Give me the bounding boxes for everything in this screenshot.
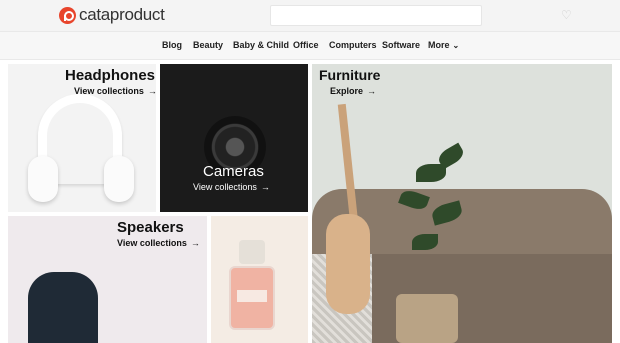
arrow-right-icon: → — [190, 238, 200, 248]
tile-link-label: Explore — [330, 86, 364, 96]
tile-link[interactable]: Explore → — [330, 86, 376, 96]
tile-link-label: View collections — [193, 182, 257, 192]
tile-link-label: View collections — [117, 238, 187, 248]
chevron-down-icon: ⌄ — [452, 41, 460, 50]
perfume-label — [237, 290, 267, 302]
tile-speakers[interactable]: Speakers View collections → — [8, 216, 207, 343]
nav-item-more[interactable]: More ⌄ — [428, 40, 459, 50]
nav-item-beauty[interactable]: Beauty — [193, 40, 223, 50]
brand-mark-icon — [59, 6, 76, 24]
brand-name: cataproduct — [79, 5, 165, 24]
heart-icon[interactable]: ♡ — [561, 9, 573, 21]
tile-link-label: View collections — [74, 86, 144, 96]
plant-pot-image — [396, 294, 458, 343]
search-input[interactable] — [270, 5, 482, 26]
header: cataproduct ♡ — [0, 0, 620, 31]
category-nav: Blog Beauty Baby & Child Office Computer… — [0, 31, 620, 60]
perfume-cap — [239, 240, 265, 264]
headphones-cup-left — [28, 156, 58, 202]
nav-item-software[interactable]: Software — [382, 40, 420, 50]
nav-item-office[interactable]: Office — [293, 40, 319, 50]
tile-title: Speakers — [117, 219, 184, 236]
nav-item-baby-child[interactable]: Baby & Child — [233, 40, 289, 50]
tile-link[interactable]: View collections → — [74, 86, 156, 96]
arrow-right-icon: → — [260, 182, 270, 192]
plant-leaf — [412, 234, 438, 250]
tile-title: Cameras — [203, 163, 264, 180]
arrow-right-icon: → — [367, 86, 377, 96]
arrow-right-icon: → — [147, 86, 156, 96]
headphones-cup-right — [104, 156, 134, 202]
tile-headphones[interactable]: Headphones View collections → — [8, 64, 156, 212]
tile-link[interactable]: View collections → — [193, 182, 270, 192]
logo[interactable]: cataproduct — [59, 5, 165, 25]
tile-perfume[interactable] — [211, 216, 308, 343]
nav-more-label: More — [428, 40, 450, 50]
speaker-image — [28, 272, 98, 343]
tile-furniture[interactable]: Furniture Explore → — [312, 64, 612, 343]
tile-link[interactable]: View collections → — [117, 238, 200, 248]
tile-title: Furniture — [319, 67, 381, 83]
nav-item-blog[interactable]: Blog — [162, 40, 182, 50]
guitar-image — [326, 214, 370, 314]
tile-cameras[interactable]: Cameras View collections → — [160, 64, 308, 212]
tile-title: Headphones — [65, 67, 156, 84]
nav-item-computers[interactable]: Computers — [329, 40, 377, 50]
